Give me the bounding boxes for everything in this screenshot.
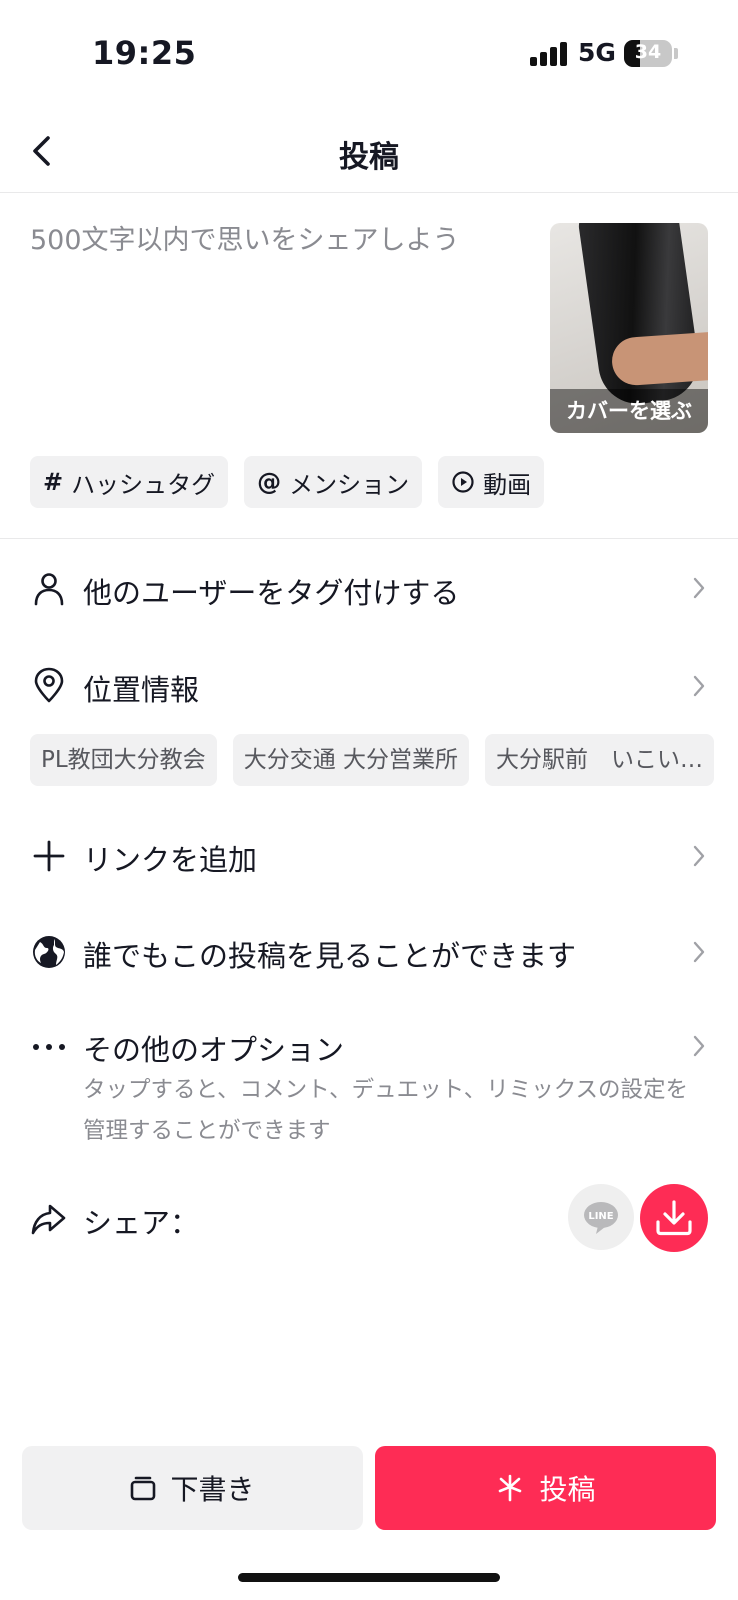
add-link-label: リンクを追加 <box>83 843 258 877</box>
visibility-row[interactable]: 誰でもこの投稿を見ることができます <box>0 916 738 988</box>
draft-button-label: 下書き <box>170 1473 255 1506</box>
network-type: 5G <box>578 38 616 67</box>
location-suggestions: PL教団大分教会 大分交通 大分営業所 大分駅前 いこい… <box>30 734 714 786</box>
play-circle-icon <box>452 471 474 493</box>
battery-percent: 34 <box>634 41 662 63</box>
chevron-right-icon <box>693 1035 705 1057</box>
more-dots-icon <box>33 1044 65 1050</box>
chevron-right-icon <box>693 675 705 697</box>
plus-icon <box>33 840 65 872</box>
location-label: 位置情報 <box>83 673 200 707</box>
caption-input[interactable] <box>30 218 530 428</box>
chevron-right-icon <box>693 845 705 867</box>
more-options-description: タップすると、コメント、デュエット、リミックスの設定を管理することができます <box>83 1077 689 1144</box>
video-chip[interactable]: 動画 <box>438 456 545 508</box>
status-bar: 19:25 5G 34 <box>0 0 738 108</box>
add-link-row[interactable]: リンクを追加 <box>0 820 738 892</box>
battery-icon: 34 <box>624 40 672 67</box>
chevron-right-icon <box>693 941 705 963</box>
video-chip-label: 動画 <box>483 470 532 499</box>
page-title: 投稿 <box>339 140 399 175</box>
line-icon-text: LINE <box>588 1211 613 1222</box>
cover-label: カバーを選ぶ <box>550 389 708 433</box>
post-button-label: 投稿 <box>539 1473 596 1506</box>
location-chip[interactable]: 大分駅前 いこい… <box>485 734 714 786</box>
mention-chip-label: メンション <box>289 470 410 499</box>
line-icon: LINE <box>584 1202 618 1234</box>
cellular-signal-icon <box>530 42 568 66</box>
battery-tip <box>674 48 678 59</box>
location-chip[interactable]: 大分交通 大分営業所 <box>232 734 469 786</box>
drafts-icon <box>131 1476 156 1501</box>
visibility-label: 誰でもこの投稿を見ることができます <box>83 939 577 973</box>
hashtag-chip[interactable]: # ハッシュタグ <box>30 456 229 508</box>
download-icon <box>656 1200 692 1236</box>
mention-chip[interactable]: @ メンション <box>244 456 423 508</box>
hashtag-icon: # <box>43 468 64 496</box>
caption-chip-group: # ハッシュタグ @ メンション 動画 <box>30 456 545 508</box>
post-button[interactable]: 投稿 <box>375 1446 716 1530</box>
location-chip[interactable]: PL教団大分教会 <box>30 734 217 786</box>
nav-header: 投稿 <box>0 108 738 193</box>
cover-select-button[interactable]: カバーを選ぶ <box>550 223 708 433</box>
location-row[interactable]: 位置情報 <box>0 650 738 722</box>
share-label: シェア： <box>83 1206 200 1240</box>
sparkle-icon <box>499 1474 522 1502</box>
save-to-device-button[interactable] <box>640 1184 708 1252</box>
home-indicator <box>238 1573 500 1582</box>
hashtag-chip-label: ハッシュタグ <box>71 470 216 499</box>
person-icon <box>34 573 64 606</box>
draft-button[interactable]: 下書き <box>22 1446 363 1530</box>
cover-thumbnail-hand <box>610 331 708 387</box>
bottom-action-bar: 下書き 投稿 <box>22 1446 716 1530</box>
tag-users-label: 他のユーザーをタグ付けする <box>83 576 460 610</box>
status-time: 19:25 <box>92 34 197 72</box>
divider <box>0 538 738 539</box>
chevron-right-icon <box>693 577 705 599</box>
share-line-button[interactable]: LINE <box>568 1184 634 1250</box>
tag-users-row[interactable]: 他のユーザーをタグ付けする <box>0 552 738 624</box>
share-arrow-icon <box>31 1204 66 1235</box>
more-options-label: その他のオプション <box>83 1033 345 1067</box>
globe-icon <box>33 936 65 968</box>
location-pin-icon <box>34 667 64 703</box>
mention-icon: @ <box>257 468 282 496</box>
